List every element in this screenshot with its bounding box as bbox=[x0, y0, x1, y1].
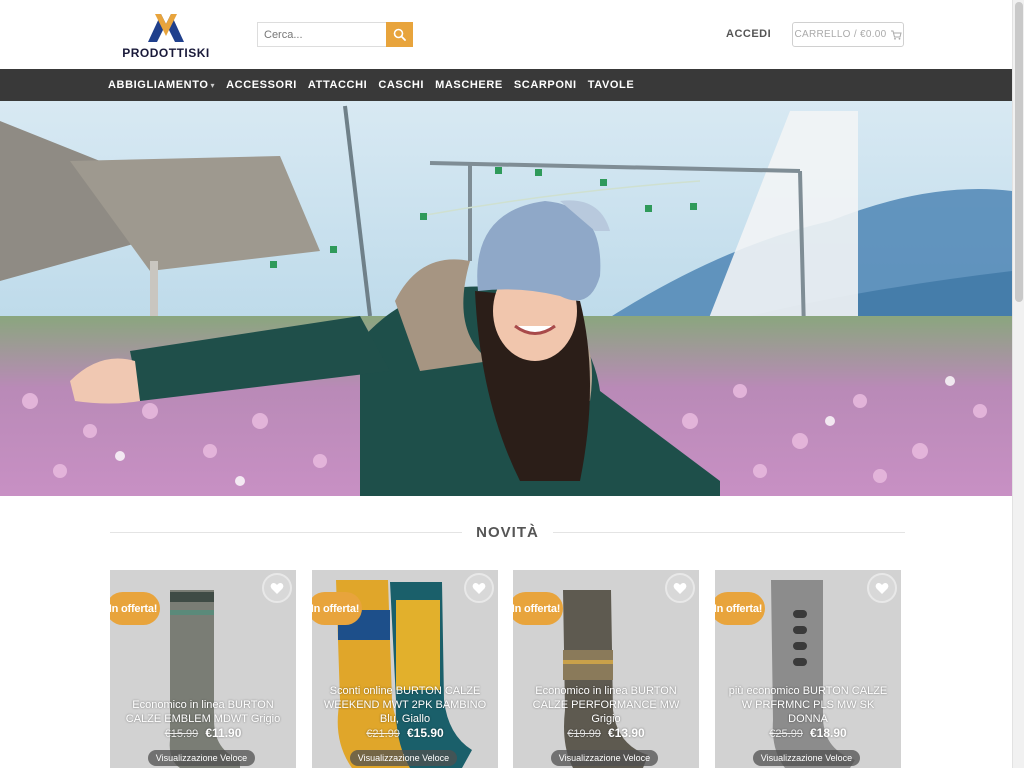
product-title[interactable]: Economico in linea BURTON CALZE PERFORMA… bbox=[521, 684, 691, 726]
nav-item-abbigliamento[interactable]: ABBIGLIAMENTO ▾ bbox=[108, 79, 215, 91]
product-title[interactable]: più economico BURTON CALZE W PRFRMNC PLS… bbox=[723, 684, 893, 726]
product-card[interactable]: In offerta! Economico in linea BURTON CA… bbox=[110, 570, 296, 768]
product-price: €19.99 €13.90 bbox=[513, 726, 699, 740]
nav-list: ABBIGLIAMENTO ▾ ACCESSORI ATTACCHI CASCH… bbox=[108, 69, 645, 101]
search-button[interactable] bbox=[386, 22, 413, 47]
site-logo[interactable]: PRODOTTISKI bbox=[120, 10, 212, 62]
cart-icon bbox=[890, 30, 902, 40]
quick-view-button[interactable]: Visualizzazione Veloce bbox=[148, 750, 255, 766]
nav-item-label: ACCESSORI bbox=[226, 79, 297, 91]
nav-item-label: ATTACCHI bbox=[307, 79, 368, 91]
wishlist-button[interactable] bbox=[867, 573, 897, 603]
nav-item-label: ABBIGLIAMENTO bbox=[108, 79, 209, 91]
search-input[interactable] bbox=[258, 23, 386, 46]
product-price: €25.99 €18.90 bbox=[715, 726, 901, 740]
product-title[interactable]: Sconti online BURTON CALZE WEEKEND MWT 2… bbox=[320, 684, 490, 726]
nav-item-label: TAVOLE bbox=[587, 79, 635, 91]
heart-icon bbox=[472, 582, 486, 594]
product-grid: In offerta! Economico in linea BURTON CA… bbox=[110, 570, 905, 768]
cart-button[interactable]: CARRELLO / €0.00 bbox=[792, 22, 904, 47]
site-header: PRODOTTISKI ACCEDI CARRELLO / €0.00 bbox=[0, 0, 1012, 69]
sale-badge: In offerta! bbox=[312, 592, 362, 625]
sale-price: €15.90 bbox=[407, 726, 444, 740]
wishlist-button[interactable] bbox=[665, 573, 695, 603]
nav-item-scarponi[interactable]: SCARPONI bbox=[514, 79, 577, 91]
section-heading: NOVITÀ bbox=[110, 522, 906, 542]
vertical-scrollbar[interactable] bbox=[1012, 0, 1024, 768]
logo-mark-icon bbox=[148, 14, 184, 42]
search-box bbox=[257, 22, 413, 47]
nav-item-maschere[interactable]: MASCHERE bbox=[435, 79, 503, 91]
divider bbox=[110, 531, 463, 533]
scrollbar-thumb[interactable] bbox=[1015, 2, 1023, 302]
wishlist-button[interactable] bbox=[464, 573, 494, 603]
quick-view-button[interactable]: Visualizzazione Veloce bbox=[753, 750, 860, 766]
sale-badge: In offerta! bbox=[513, 592, 563, 625]
wishlist-button[interactable] bbox=[262, 573, 292, 603]
sale-price: €13.90 bbox=[608, 726, 645, 740]
hero-image bbox=[0, 101, 1012, 496]
product-price: €15.99 €11.90 bbox=[110, 726, 296, 740]
cart-label: CARRELLO / €0.00 bbox=[794, 29, 887, 40]
chevron-down-icon: ▾ bbox=[210, 80, 216, 90]
old-price: €15.99 bbox=[164, 728, 199, 740]
nav-item-label: SCARPONI bbox=[513, 79, 577, 91]
quick-view-button[interactable]: Visualizzazione Veloce bbox=[551, 750, 658, 766]
nav-item-caschi[interactable]: CASCHI bbox=[378, 79, 424, 91]
sale-badge: In offerta! bbox=[715, 592, 765, 625]
product-title[interactable]: Economico in linea BURTON CALZE EMBLEM M… bbox=[118, 698, 288, 726]
nav-item-attacchi[interactable]: ATTACCHI bbox=[308, 79, 367, 91]
heart-icon bbox=[673, 582, 687, 594]
search-icon bbox=[393, 28, 406, 41]
brand-name: PRODOTTISKI bbox=[122, 46, 210, 60]
quick-view-button[interactable]: Visualizzazione Veloce bbox=[350, 750, 457, 766]
nav-item-tavole[interactable]: TAVOLE bbox=[588, 79, 635, 91]
main-nav: ABBIGLIAMENTO ▾ ACCESSORI ATTACCHI CASCH… bbox=[0, 69, 1012, 101]
hero-banner[interactable] bbox=[0, 101, 1012, 496]
nav-item-label: CASCHI bbox=[378, 79, 425, 91]
divider bbox=[552, 531, 906, 533]
heart-icon bbox=[270, 582, 284, 594]
product-card[interactable]: In offerta! Sconti online BURTON CALZE W… bbox=[312, 570, 498, 768]
nav-item-accessori[interactable]: ACCESSORI bbox=[226, 79, 297, 91]
product-price: €21.99 €15.90 bbox=[312, 726, 498, 740]
sale-price: €18.90 bbox=[810, 726, 847, 740]
login-link[interactable]: ACCEDI bbox=[726, 28, 771, 40]
old-price: €25.99 bbox=[769, 728, 803, 740]
nav-item-label: MASCHERE bbox=[435, 79, 503, 91]
old-price: €21.99 bbox=[366, 728, 400, 740]
sale-badge: In offerta! bbox=[110, 592, 160, 625]
product-card[interactable]: In offerta! più economico BURTON CALZE W… bbox=[715, 570, 901, 768]
heart-icon bbox=[875, 582, 889, 594]
section-title: NOVITÀ bbox=[476, 523, 539, 541]
sale-price: €11.90 bbox=[205, 726, 242, 740]
product-card[interactable]: In offerta! Economico in linea BURTON CA… bbox=[513, 570, 699, 768]
old-price: €19.99 bbox=[567, 728, 601, 740]
